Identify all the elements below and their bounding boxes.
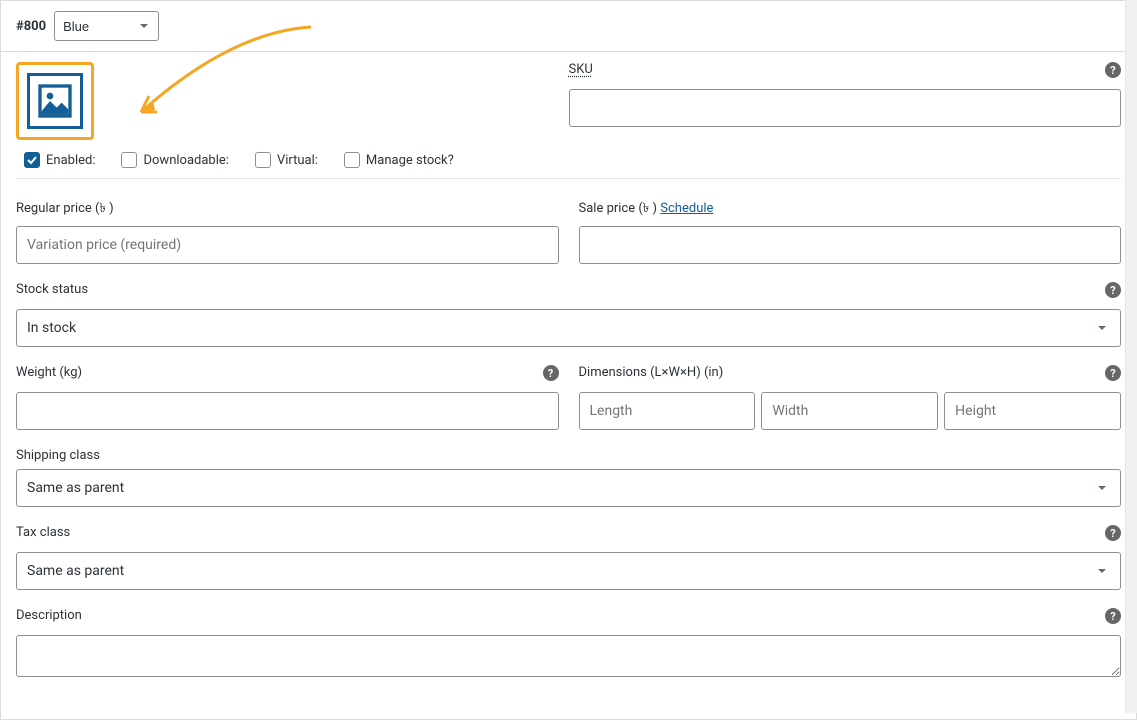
tax-class-select[interactable]: Same as parent: [16, 552, 1121, 590]
variation-attribute-select[interactable]: Blue: [54, 11, 159, 41]
sku-input[interactable]: [569, 89, 1122, 127]
variation-options-row: Enabled: Downloadable: Virtual: Manage s…: [16, 140, 1121, 179]
description-textarea[interactable]: [16, 635, 1121, 677]
length-input[interactable]: [579, 392, 756, 430]
dimensions-label: Dimensions (L×W×H) (in): [579, 365, 724, 380]
enabled-checkbox[interactable]: [24, 152, 40, 168]
height-input[interactable]: [944, 392, 1121, 430]
manage-stock-checkbox-wrap[interactable]: Manage stock?: [344, 152, 454, 168]
variation-header: #800 Blue: [1, 1, 1136, 52]
help-icon[interactable]: ?: [1105, 608, 1121, 624]
regular-price-input[interactable]: [16, 226, 559, 264]
description-label: Description: [16, 608, 82, 623]
weight-label: Weight (kg): [16, 365, 82, 380]
shipping-class-label: Shipping class: [16, 448, 1121, 463]
help-icon[interactable]: ?: [1105, 525, 1121, 541]
enabled-checkbox-wrap[interactable]: Enabled:: [24, 152, 95, 168]
virtual-checkbox[interactable]: [255, 152, 271, 168]
downloadable-checkbox[interactable]: [121, 152, 137, 168]
variation-image-upload[interactable]: [27, 73, 83, 129]
vertical-scrollbar[interactable]: [1125, 0, 1137, 713]
weight-input[interactable]: [16, 392, 559, 430]
downloadable-checkbox-wrap[interactable]: Downloadable:: [121, 152, 228, 168]
variation-id-label: #800: [16, 19, 46, 34]
manage-stock-label: Manage stock?: [366, 153, 454, 168]
stock-status-label: Stock status: [16, 282, 88, 297]
enabled-label: Enabled:: [46, 153, 95, 168]
help-icon[interactable]: ?: [543, 365, 559, 381]
sku-label: SKU: [569, 62, 593, 77]
shipping-class-select[interactable]: Same as parent: [16, 469, 1121, 507]
image-upload-highlight: [16, 62, 94, 140]
help-icon[interactable]: ?: [1105, 62, 1121, 78]
manage-stock-checkbox[interactable]: [344, 152, 360, 168]
check-icon: [27, 155, 37, 165]
sale-price-label: Sale price (৳ ): [579, 201, 658, 216]
stock-status-select[interactable]: In stock: [16, 309, 1121, 347]
schedule-link[interactable]: Schedule: [660, 201, 713, 216]
help-icon[interactable]: ?: [1105, 282, 1121, 298]
sale-price-input[interactable]: [579, 226, 1122, 264]
downloadable-label: Downloadable:: [143, 153, 228, 168]
image-placeholder-icon: [35, 81, 75, 121]
help-icon[interactable]: ?: [1105, 365, 1121, 381]
virtual-checkbox-wrap[interactable]: Virtual:: [255, 152, 318, 168]
tax-class-label: Tax class: [16, 525, 70, 540]
regular-price-label: Regular price (৳ ): [16, 199, 559, 220]
virtual-label: Virtual:: [277, 153, 318, 168]
width-input[interactable]: [761, 392, 938, 430]
